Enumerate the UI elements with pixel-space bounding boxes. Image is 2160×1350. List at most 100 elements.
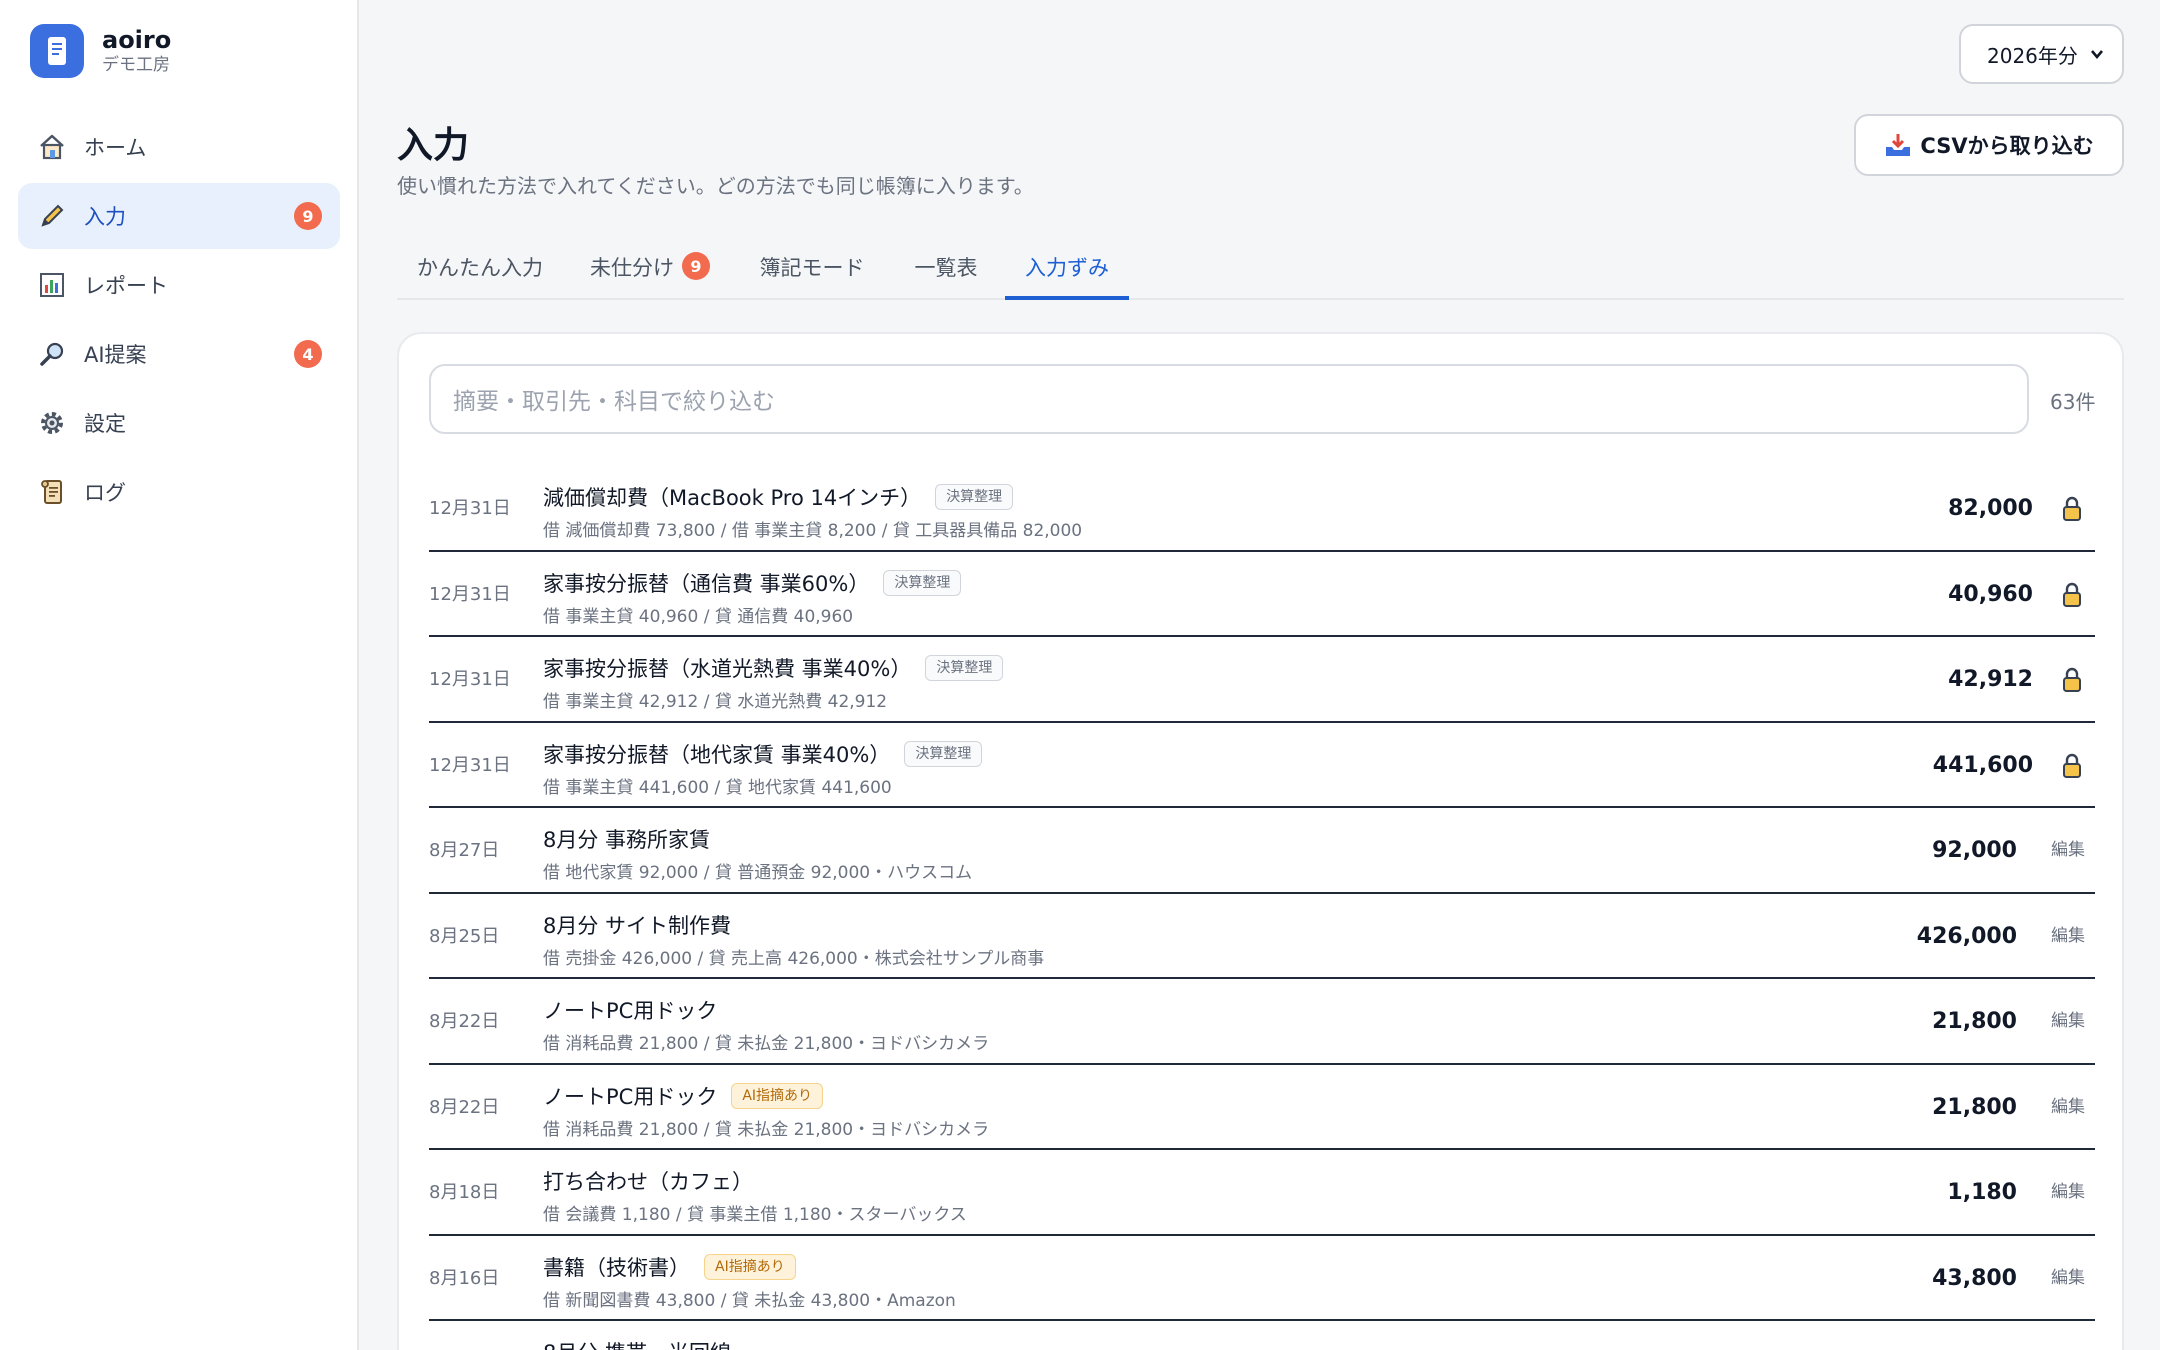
gear-icon — [36, 407, 68, 439]
brand-name: aoiro — [102, 26, 172, 54]
entry-title-wrap: 打ち合わせ（カフェ） — [543, 1166, 753, 1196]
entry-title: 家事按分振替（通信費 事業60%） — [543, 571, 870, 596]
entry-tag: 決算整理 — [904, 740, 983, 767]
entry-title: 減価償却費（MacBook Pro 14インチ） — [543, 486, 922, 510]
brand[interactable]: aoiro デモ工房 — [30, 24, 171, 78]
entry-title-wrap: ノートPC用ドック — [543, 995, 717, 1025]
entry-detail: 借 減価償却費 73,800 / 借 事業主貸 8,200 / 貸 工具器具備品… — [543, 521, 1083, 541]
entry-detail: 借 消耗品費 21,800 / 貸 未払金 21,800・ヨドバシカメラ — [543, 1034, 990, 1054]
tab-entered[interactable]: 入力ずみ — [1005, 240, 1129, 300]
brand-subtitle: デモ工房 — [102, 55, 170, 75]
sidebar-item-label: 入力 — [84, 205, 126, 229]
entry-title: ノートPC用ドック — [543, 999, 718, 1023]
magnifier-icon — [36, 338, 68, 370]
tab-easy-input[interactable]: かんたん入力 — [397, 240, 563, 300]
entry-amount: 1,180 — [1947, 1180, 2017, 1205]
sidebar-item-settings[interactable]: 設定 — [18, 390, 340, 456]
chevron-down-icon — [2088, 44, 2106, 68]
entry-detail: 借 地代家賃 92,000 / 貸 普通預金 92,000・ハウスコム — [543, 863, 973, 883]
lock-icon — [2061, 667, 2083, 693]
entry-row[interactable]: 8月27日 8月分 事務所家賃 借 地代家賃 92,000 / 貸 普通預金 9… — [429, 808, 2095, 894]
ai-count-badge: 4 — [294, 340, 322, 368]
lock-icon — [2061, 753, 2083, 779]
sidebar-nav: ホーム 入力 9 レポート AI提案 4 設定 ログ — [18, 114, 340, 528]
entry-row[interactable]: 12月31日 家事按分振替（地代家賃 事業40%） 決算整理 借 事業主貸 441… — [429, 723, 2095, 808]
entry-detail: 借 事業主貸 42,912 / 貸 水道光熱費 42,912 — [543, 692, 888, 712]
entry-amount: 43,800 — [1932, 1265, 2017, 1291]
entry-row[interactable]: 8月16日 書籍（技術書） AI指摘あり 借 新聞図書費 43,800 / 貸 未… — [429, 1236, 2095, 1321]
edit-button[interactable]: 編集 — [2051, 1065, 2085, 1150]
edit-button[interactable]: 編集 — [2051, 1150, 2085, 1235]
entry-row[interactable]: 8月15日 8月分 携帯・光回線 12,800 編集 — [429, 1321, 2095, 1350]
entry-tag: AI指摘あり — [731, 1082, 824, 1109]
entry-detail: 借 売掛金 426,000 / 貸 売上高 426,000・株式会社サンプル商事 — [543, 948, 1045, 969]
entry-title-wrap: 家事按分振替（地代家賃 事業40%） 決算整理 — [543, 739, 983, 769]
sidebar-item-log[interactable]: ログ — [18, 459, 340, 525]
entry-row[interactable]: 8月22日 ノートPC用ドック 借 消耗品費 21,800 / 貸 未払金 21… — [429, 979, 2095, 1065]
entry-title: 8月分 事務所家賃 — [543, 828, 711, 852]
lock-icon — [2061, 496, 2083, 522]
entry-date: 8月25日 — [429, 925, 500, 947]
edit-button[interactable]: 編集 — [2051, 979, 2085, 1064]
sidebar-item-label: レポート — [84, 274, 168, 298]
tab-list[interactable]: 一覧表 — [887, 240, 1005, 300]
sidebar-item-input[interactable]: 入力 9 — [18, 183, 340, 249]
edit-button[interactable]: 編集 — [2051, 1236, 2085, 1321]
entry-title-wrap: 減価償却費（MacBook Pro 14インチ） 決算整理 — [543, 482, 1014, 512]
edit-button[interactable]: 編集 — [2051, 894, 2085, 979]
entry-row[interactable]: 12月31日 家事按分振替（水道光熱費 事業40%） 決算整理 借 事業主貸 42… — [429, 637, 2095, 723]
entry-title-wrap: 8月分 サイト制作費 — [543, 910, 731, 940]
tab-bookkeeping[interactable]: 簿記モード — [737, 240, 887, 300]
sidebar-item-label: 設定 — [84, 412, 126, 436]
entry-title: ノートPC用ドック — [543, 1084, 718, 1109]
entry-date: 12月31日 — [429, 583, 511, 605]
edit-button[interactable]: 編集 — [2051, 1321, 2085, 1350]
entry-tag: 決算整理 — [925, 655, 1004, 681]
entry-row[interactable]: 8月22日 ノートPC用ドック AI指摘あり 借 消耗品費 21,800 / 貸 … — [429, 1065, 2095, 1150]
home-icon — [36, 131, 68, 163]
tab-label: 未仕分け — [590, 256, 674, 280]
entry-amount: 12,800 — [1932, 1321, 2017, 1350]
csv-import-button[interactable]: CSVから取り込む — [1854, 114, 2124, 176]
scroll-icon — [36, 476, 68, 508]
document-icon — [30, 24, 84, 78]
entry-row[interactable]: 8月18日 打ち合わせ（カフェ） 借 会議費 1,180 / 貸 事業主借 1,… — [429, 1150, 2095, 1236]
entry-amount: 42,912 — [1948, 667, 2033, 692]
entry-row[interactable]: 8月25日 8月分 サイト制作費 借 売掛金 426,000 / 貸 売上高 4… — [429, 894, 2095, 979]
entry-row[interactable]: 12月31日 家事按分振替（通信費 事業60%） 決算整理 借 事業主貸 40,9… — [429, 552, 2095, 637]
year-select[interactable]: 2026年分 — [1959, 24, 2124, 84]
entry-date: 8月22日 — [429, 1011, 500, 1032]
search-input[interactable]: 摘要・取引先・科目で絞り込む — [429, 364, 2029, 434]
entry-detail: 借 事業主貸 441,600 / 貸 地代家賃 441,600 — [543, 777, 892, 798]
entry-tag: 決算整理 — [935, 484, 1014, 510]
entry-detail: 借 会議費 1,180 / 貸 事業主借 1,180・スターバックス — [543, 1205, 967, 1225]
edit-button[interactable]: 編集 — [2051, 808, 2085, 893]
tab-badge: 9 — [682, 252, 710, 280]
entry-date: 12月31日 — [429, 669, 511, 690]
tab-unsorted[interactable]: 未仕分け 9 — [563, 240, 737, 300]
entry-title-wrap: 家事按分振替（水道光熱費 事業40%） 決算整理 — [543, 653, 1004, 683]
entry-amount: 40,960 — [1948, 581, 2033, 607]
input-tabs: かんたん入力 未仕分け 9 簿記モード 一覧表 入力ずみ — [397, 240, 2124, 300]
sidebar-item-label: ログ — [84, 481, 126, 505]
tab-label: 一覧表 — [914, 256, 978, 280]
entry-amount: 441,600 — [1932, 752, 2033, 778]
entry-detail: 借 消耗品費 21,800 / 貸 未払金 21,800・ヨドバシカメラ — [543, 1119, 990, 1140]
entry-title: 8月分 サイト制作費 — [543, 913, 732, 938]
entry-title-wrap: 書籍（技術書） AI指摘あり — [543, 1252, 796, 1282]
entry-date: 8月22日 — [429, 1096, 500, 1118]
entry-title: 書籍（技術書） — [543, 1255, 690, 1280]
page-title: 入力 — [397, 125, 470, 166]
sidebar-item-ai[interactable]: AI提案 4 — [18, 321, 340, 387]
sidebar: aoiro デモ工房 ホーム 入力 9 レポート AI提案 4 設定 ログ — [0, 0, 359, 1350]
entries-list: 12月31日 減価償却費（MacBook Pro 14インチ） 決算整理 借 減価… — [429, 466, 2095, 1350]
entry-date: 12月31日 — [429, 498, 511, 519]
entry-row[interactable]: 12月31日 減価償却費（MacBook Pro 14インチ） 決算整理 借 減価… — [429, 466, 2095, 552]
sidebar-item-report[interactable]: レポート — [18, 252, 340, 318]
entry-amount: 82,000 — [1948, 496, 2033, 521]
sidebar-item-home[interactable]: ホーム — [18, 114, 340, 180]
entry-title: 家事按分振替（水道光熱費 事業40%） — [543, 657, 912, 681]
chart-icon — [36, 269, 68, 301]
tab-label: 入力ずみ — [1025, 256, 1109, 280]
entry-date: 8月16日 — [429, 1267, 500, 1289]
